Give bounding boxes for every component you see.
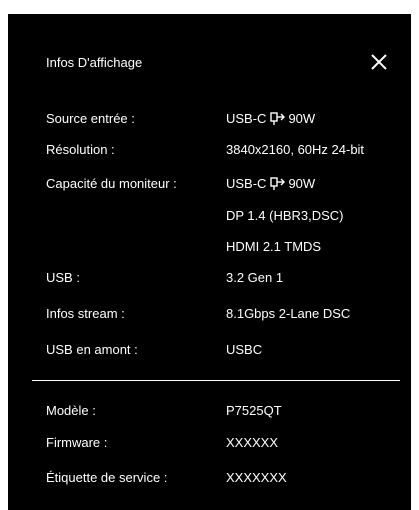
upstream-label: USB en amont : (46, 342, 138, 357)
info-row-firmware: Firmware : XXXXXX (46, 435, 406, 455)
source-value: USB-C 90W (226, 111, 315, 126)
source-value-suffix: 90W (288, 111, 316, 126)
display-info-panel: Infos D'affichage Source entrée : USB-C … (8, 14, 411, 510)
info-row-usb: USB : 3.2 Gen 1 (46, 270, 406, 290)
info-row-stream: Infos stream : 8.1Gbps 2-Lane DSC (46, 306, 406, 326)
model-value: P7525QT (226, 403, 282, 418)
stream-label: Infos stream : (46, 306, 125, 321)
power-delivery-icon (270, 111, 286, 125)
firmware-value: XXXXXX (226, 435, 279, 450)
close-icon (371, 54, 387, 70)
usb-label: USB : (46, 270, 80, 285)
service-tag-value: XXXXXXX (226, 470, 287, 485)
usb-value: 3.2 Gen 1 (226, 270, 284, 285)
capability-value: USB-C 90W (226, 176, 315, 191)
resolution-label: Résolution : (46, 142, 115, 157)
capability-value-line3: HDMI 2.1 TMDS (226, 239, 322, 254)
section-divider (32, 380, 400, 381)
info-row-model: Modèle : P7525QT (46, 403, 406, 423)
capability-value-prefix: USB-C (226, 176, 267, 191)
capability-label: Capacité du moniteur : (46, 176, 177, 191)
info-row-upstream: USB en amont : USBC (46, 342, 406, 362)
info-row-capability: Capacité du moniteur : USB-C 90W (46, 176, 406, 196)
info-row-resolution: Résolution : 3840x2160, 60Hz 24-bit (46, 142, 406, 162)
source-value-prefix: USB-C (226, 111, 267, 126)
panel-title: Infos D'affichage (46, 55, 143, 70)
info-row-service-tag: Étiquette de service : XXXXXXX (46, 470, 406, 490)
model-label: Modèle : (46, 403, 96, 418)
source-label: Source entrée : (46, 111, 135, 126)
info-row-source: Source entrée : USB-C 90W (46, 111, 406, 131)
info-row-capability-line3: HDMI 2.1 TMDS (46, 239, 406, 259)
capability-value-suffix: 90W (288, 176, 316, 191)
power-delivery-icon (270, 176, 286, 190)
close-button[interactable] (368, 51, 390, 73)
upstream-value: USBC (226, 342, 263, 357)
resolution-value: 3840x2160, 60Hz 24-bit (226, 142, 365, 157)
firmware-label: Firmware : (46, 435, 108, 450)
info-row-capability-line2: DP 1.4 (HBR3,DSC) (46, 208, 406, 228)
service-tag-label: Étiquette de service : (46, 470, 168, 485)
stream-value: 8.1Gbps 2-Lane DSC (226, 306, 351, 321)
capability-value-line2: DP 1.4 (HBR3,DSC) (226, 208, 344, 223)
